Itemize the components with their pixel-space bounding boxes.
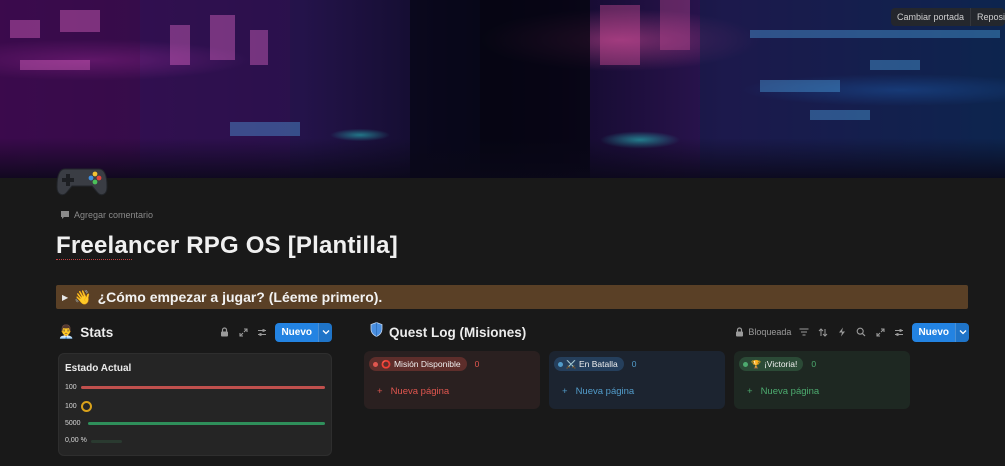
trophy-icon: 🏆 [751, 359, 761, 369]
status-dot [743, 361, 748, 367]
stat-value: 0,00 % [65, 437, 87, 444]
quest-new-label[interactable]: Nuevo [912, 322, 955, 342]
stat-value: 100 [65, 384, 77, 391]
stats-new-label[interactable]: Nuevo [275, 322, 318, 342]
sort-icon[interactable] [817, 326, 829, 338]
column-count: 0 [811, 359, 817, 369]
status-tag[interactable]: 🏆 ¡Victoria! [739, 357, 804, 371]
new-page-label: Nueva página [575, 385, 635, 397]
cover-controls: Cambiar portada Reposicionar [890, 8, 1005, 26]
chevron-down-icon[interactable] [318, 322, 332, 342]
plus-icon: + [562, 385, 568, 397]
hp-bar [81, 386, 325, 389]
stat-value: 100 [65, 403, 77, 410]
stat-row-hp: 100 [65, 384, 77, 391]
board-column-in-battle: ⚔️ En Batalla 0 + Nueva página [549, 351, 725, 409]
stat-row-xp: 5000 [65, 420, 81, 427]
automation-bolt-icon[interactable] [836, 326, 848, 338]
stat-row-energy: 100 [65, 401, 92, 412]
stats-new-button[interactable]: Nuevo [275, 322, 332, 342]
comment-icon [61, 211, 69, 219]
stats-title[interactable]: Stats [80, 325, 113, 340]
reposition-cover-button[interactable]: Reposicionar [971, 8, 1005, 26]
status-tag[interactable]: ⭕ Misión Disponible [369, 357, 467, 371]
cover-image: Cambiar portada Reposicionar [0, 0, 1005, 178]
new-page-button[interactable]: + Nueva página [549, 378, 725, 404]
chevron-down-icon[interactable] [955, 322, 969, 342]
stat-value: 5000 [65, 420, 81, 427]
status-dot [373, 361, 378, 367]
new-page-label: Nueva página [390, 385, 450, 397]
status-label: En Batalla [578, 359, 618, 369]
quest-new-button[interactable]: Nuevo [912, 322, 969, 342]
add-comment-label: Agregar comentario [74, 210, 154, 220]
waving-hand-icon: 👋 [74, 288, 92, 305]
crossed-swords-icon: ⚔️ [566, 359, 576, 369]
plus-icon: + [747, 385, 753, 397]
quest-log-title[interactable]: Quest Log (Misiones) [389, 325, 526, 340]
lock-icon [736, 327, 744, 337]
settings-sliders-icon[interactable] [893, 326, 905, 338]
triangle-right-icon[interactable]: ▶ [62, 293, 68, 302]
quest-log-header: Quest Log (Misiones) Bloqueada Nuevo [370, 322, 969, 342]
stats-card[interactable]: Estado Actual 100 100 5000 0,00 % [58, 353, 332, 456]
column-count: 0 [474, 359, 480, 369]
shield-icon [370, 322, 383, 342]
column-count: 0 [631, 359, 637, 369]
stats-header: 👨‍💼 Stats Nuevo [58, 322, 332, 342]
expand-icon[interactable] [237, 326, 249, 338]
locked-label: Bloqueada [748, 327, 792, 337]
change-cover-button[interactable]: Cambiar portada [891, 8, 971, 26]
board-column-available: ⭕ Misión Disponible 0 + Nueva página [364, 351, 540, 409]
search-icon[interactable] [855, 326, 867, 338]
filter-icon[interactable] [798, 326, 810, 338]
xp-bar [88, 422, 325, 425]
toggle-label: ¿Cómo empezar a jugar? (Léeme primero). [97, 289, 383, 305]
expand-icon[interactable] [874, 326, 886, 338]
settings-sliders-icon[interactable] [256, 326, 268, 338]
page-title[interactable]: Freelancer RPG OS [Plantilla] [56, 232, 398, 260]
energy-ring [80, 401, 92, 412]
board-column-victory: 🏆 ¡Victoria! 0 + Nueva página [734, 351, 910, 409]
new-page-button[interactable]: + Nueva página [734, 378, 910, 404]
office-worker-icon: 👨‍💼 [58, 324, 75, 339]
plus-icon: + [377, 385, 383, 397]
status-tag[interactable]: ⚔️ En Batalla [554, 357, 624, 371]
locked-indicator[interactable]: Bloqueada [735, 327, 791, 337]
new-page-button[interactable]: + Nueva página [364, 378, 540, 404]
status-dot [558, 361, 563, 367]
new-page-label: Nueva página [760, 385, 820, 397]
add-comment-button[interactable]: Agregar comentario [60, 210, 153, 220]
game-controller-icon[interactable] [55, 161, 109, 201]
lock-icon[interactable] [218, 326, 230, 338]
spellcheck-underline [56, 259, 132, 260]
progress-bar-track [91, 440, 122, 443]
card-title: Estado Actual [65, 363, 132, 374]
getting-started-toggle[interactable]: ▶ 👋 ¿Cómo empezar a jugar? (Léeme primer… [56, 285, 968, 309]
status-label: Misión Disponible [393, 359, 461, 369]
status-label: ¡Victoria! [763, 359, 798, 369]
no-entry-icon: ⭕ [381, 359, 391, 369]
stat-row-progress: 0,00 % [65, 437, 87, 444]
